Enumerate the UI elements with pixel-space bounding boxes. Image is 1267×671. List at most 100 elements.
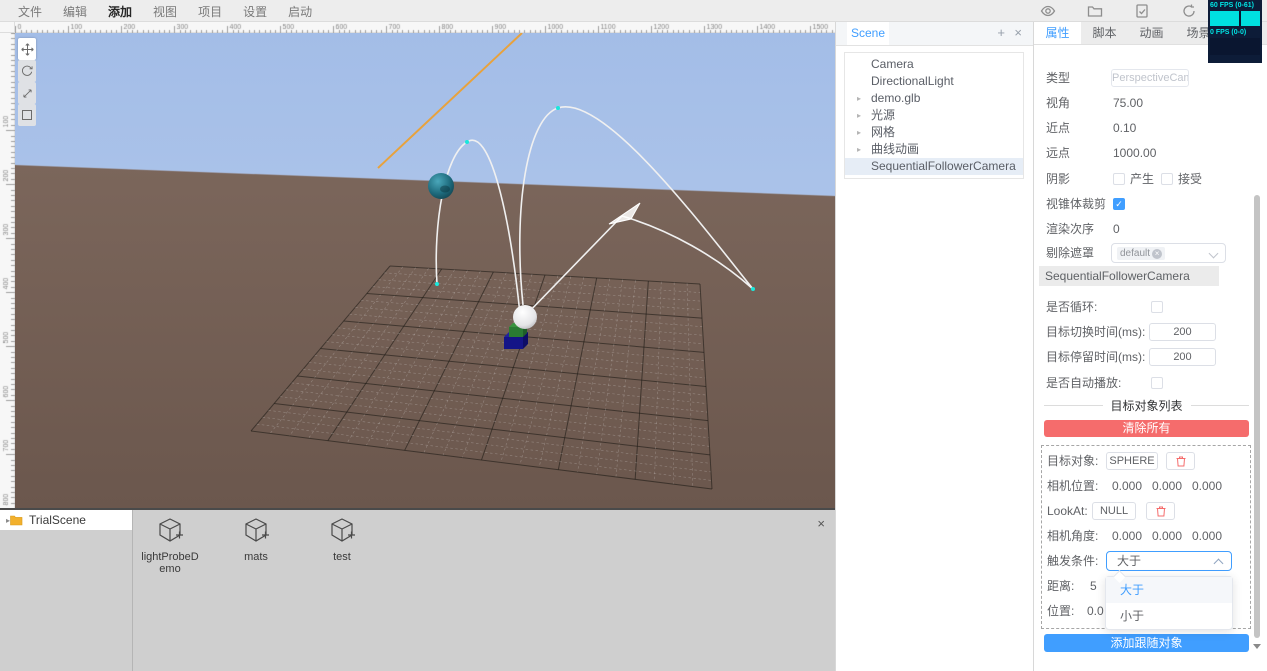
switch-time-label: 目标切换时间(ms): <box>1046 322 1145 342</box>
menu-item-3[interactable]: 视图 <box>153 3 177 20</box>
doc-check-icon[interactable] <box>1134 3 1150 19</box>
menu-item-1[interactable]: 编辑 <box>63 3 87 20</box>
clear-all-button[interactable]: 清除所有 <box>1044 420 1249 437</box>
menu-item-0[interactable]: 文件 <box>18 3 42 20</box>
component-section-header: SequentialFollowerCamera <box>1039 266 1219 286</box>
folder-row-trialscene[interactable]: ▸ TrialScene <box>0 510 132 530</box>
scene-tab[interactable]: Scene <box>847 22 889 45</box>
chevron-up-icon <box>1214 559 1224 569</box>
asset-card-2[interactable]: test <box>312 516 372 575</box>
camera-angle-x[interactable]: 0.000 <box>1112 526 1142 546</box>
trigger-row: 触发条件: 大于 <box>1042 551 1250 571</box>
delete-target-button[interactable] <box>1166 452 1195 470</box>
refresh-icon[interactable] <box>1181 3 1197 19</box>
dropdown-option-1[interactable]: 小于 <box>1106 603 1232 629</box>
target-object-row: 目标对象: SPHERE <box>1042 451 1250 471</box>
lookat-label: LookAt: <box>1047 501 1088 521</box>
menu-item-5[interactable]: 设置 <box>243 3 267 20</box>
tree-expand-icon[interactable]: ▸ <box>857 90 861 107</box>
viewport-3d[interactable] <box>15 33 835 508</box>
shadow-cast-checkbox[interactable] <box>1113 173 1125 185</box>
autoplay-label: 是否自动播放: <box>1046 373 1121 393</box>
fov-label: 视角 <box>1046 93 1070 113</box>
scene-tree: CameraDirectionalLight▸demo.glb▸光源▸网格▸曲线… <box>844 52 1024 179</box>
top-icons <box>1040 3 1197 19</box>
ground-plane[interactable] <box>15 165 835 508</box>
tab-0[interactable]: 属性 <box>1034 22 1081 44</box>
teal-sphere[interactable] <box>428 173 454 199</box>
shadow-cast-label: 产生 <box>1130 169 1154 189</box>
trigger-select[interactable]: 大于 <box>1106 551 1232 571</box>
scene-panel: Scene + × CameraDirectionalLight▸demo.gl… <box>835 22 1033 671</box>
autoplay-checkbox[interactable] <box>1151 377 1163 389</box>
editor-app: 文件编辑添加视图项目设置启动 60 FPS (0-61) 0 FPS (0-0) <box>0 0 1267 671</box>
lookat-button[interactable]: NULL <box>1092 502 1136 520</box>
scale-tool-button[interactable] <box>18 82 36 104</box>
assets-close-icon[interactable]: × <box>817 516 825 531</box>
tree-expand-icon[interactable]: ▸ <box>857 124 861 141</box>
camera-position-x[interactable]: 0.000 <box>1112 476 1142 496</box>
shadow-receive-label: 接受 <box>1178 169 1202 189</box>
distance-value[interactable]: 5 <box>1090 576 1097 596</box>
fov-value[interactable]: 75.00 <box>1113 93 1143 113</box>
camera-position-y[interactable]: 0.000 <box>1152 476 1182 496</box>
select-tool-button[interactable] <box>18 104 36 126</box>
rotate-tool-button[interactable] <box>18 60 36 82</box>
viewport-toolbar <box>18 38 36 126</box>
tree-item-6[interactable]: SequentialFollowerCamera <box>845 158 1023 175</box>
stay-time-input[interactable]: 200 <box>1149 348 1216 366</box>
scroll-down-arrow-icon[interactable] <box>1253 644 1261 649</box>
tree-item-4[interactable]: ▸网格 <box>845 124 1023 141</box>
camera-angle-z[interactable]: 0.000 <box>1192 526 1222 546</box>
cull-mask-select[interactable]: default× <box>1111 243 1226 263</box>
folder-icon[interactable] <box>1087 3 1103 19</box>
move-tool-button[interactable] <box>18 38 36 60</box>
asset-card-1[interactable]: mats <box>226 516 286 575</box>
tree-expand-icon[interactable]: ▸ <box>857 107 861 124</box>
asset-card-0[interactable]: lightProbeDemo <box>140 516 200 575</box>
add-follow-object-button[interactable]: 添加跟随对象 <box>1044 634 1249 652</box>
vertical-ruler <box>0 33 15 508</box>
tree-item-3[interactable]: ▸光源 <box>845 107 1023 124</box>
folder-open-icon <box>10 515 23 526</box>
add-scene-icon[interactable]: + <box>997 25 1005 40</box>
target-object-button[interactable]: SPHERE <box>1106 452 1158 470</box>
frustum-row: 视锥体裁剪 ✓ <box>1034 194 1267 214</box>
tree-item-1[interactable]: DirectionalLight <box>845 73 1023 90</box>
tab-2[interactable]: 动画 <box>1128 22 1175 44</box>
tree-item-label: demo.glb <box>871 91 920 105</box>
lookat-row: LookAt: NULL <box>1042 501 1250 521</box>
shadow-receive-checkbox[interactable] <box>1161 173 1173 185</box>
render-order-value[interactable]: 0 <box>1113 219 1120 239</box>
menu-bar: 文件 编辑 添加 视图 项目 设置 启动 <box>0 0 1267 22</box>
tree-item-5[interactable]: ▸曲线动画 <box>845 141 1023 158</box>
white-sphere[interactable] <box>513 305 537 329</box>
eye-icon[interactable] <box>1040 3 1056 19</box>
scene-panel-header: Scene + × <box>836 22 1033 46</box>
far-value[interactable]: 1000.00 <box>1113 143 1156 163</box>
frustum-checkbox[interactable]: ✓ <box>1113 198 1125 210</box>
tab-1[interactable]: 脚本 <box>1081 22 1128 44</box>
stay-time-row: 目标停留时间(ms): 200 <box>1034 347 1267 367</box>
delete-lookat-button[interactable] <box>1146 502 1175 520</box>
trigger-select-value: 大于 <box>1117 554 1141 568</box>
dropdown-option-0[interactable]: 大于 <box>1106 577 1232 603</box>
tree-item-2[interactable]: ▸ demo.glb <box>845 90 1023 107</box>
remove-tag-icon[interactable]: × <box>1152 249 1162 259</box>
teal-sphere-texture <box>440 186 450 193</box>
camera-angle-y[interactable]: 0.000 <box>1152 526 1182 546</box>
menu-item-4[interactable]: 项目 <box>198 3 222 20</box>
position-value[interactable]: 0.0 <box>1087 601 1104 621</box>
menu-item-2[interactable]: 添加 <box>108 3 132 20</box>
menu-item-6[interactable]: 启动 <box>288 3 312 20</box>
near-value[interactable]: 0.10 <box>1113 118 1136 138</box>
folder-name: TrialScene <box>29 513 86 527</box>
camera-position-z[interactable]: 0.000 <box>1192 476 1222 496</box>
loop-checkbox[interactable] <box>1151 301 1163 313</box>
tree-item-0[interactable]: Camera <box>845 56 1023 73</box>
panel-scrollbar[interactable] <box>1254 195 1260 638</box>
switch-time-input[interactable]: 200 <box>1149 323 1216 341</box>
close-scene-icon[interactable]: × <box>1014 25 1022 40</box>
assets-panel: ▸ TrialScene lightProbeDemo mats test × <box>0 508 835 671</box>
tree-expand-icon[interactable]: ▸ <box>857 141 861 158</box>
